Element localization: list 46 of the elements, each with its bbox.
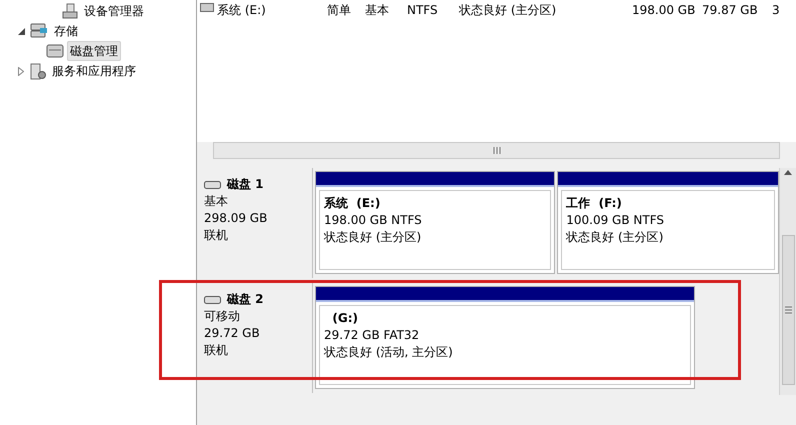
disk-name: 磁盘 1	[227, 176, 264, 193]
partition-title: 工作 (F:)	[566, 195, 623, 212]
partition-block[interactable]: 系统 (E:) 198.00 GB NTFS 状态良好 (主分区)	[315, 171, 556, 274]
table-cell-text: 3	[772, 2, 780, 19]
disk-status: 联机	[204, 227, 229, 244]
table-cell-text: 79.87 GB	[702, 2, 758, 19]
vertical-scrollbar[interactable]	[779, 168, 796, 395]
volume-icon	[200, 3, 214, 12]
tree-item[interactable]: 服务和应用程序	[49, 61, 139, 81]
table-cell-text: 简单	[327, 2, 351, 19]
tree-item[interactable]: 设备管理器	[81, 1, 147, 21]
partition-status: 状态良好 (主分区)	[566, 229, 664, 246]
disk-status: 联机	[204, 342, 229, 359]
grip-icon	[492, 147, 500, 154]
table-cell-text: NTFS	[407, 2, 438, 19]
scroll-up-icon	[784, 170, 792, 175]
table-cell-text: 状态良好 (主分区)	[459, 2, 556, 19]
table-cell-text: 系统 (E:)	[217, 2, 266, 19]
partition-title: 系统 (E:)	[324, 195, 382, 212]
horizontal-scrollbar[interactable]	[213, 142, 780, 159]
disk-size: 29.72 GB	[204, 325, 261, 342]
partition-block[interactable]: 工作 (F:) 100.09 GB NTFS 状态良好 (主分区)	[557, 171, 779, 274]
partition-status: 状态良好 (活动, 主分区)	[324, 344, 454, 361]
tree-item[interactable]: 存储	[51, 21, 81, 41]
table-cell-text: 基本	[365, 2, 389, 19]
tree-item[interactable]: 磁盘管理	[67, 41, 121, 61]
collapse-icon[interactable]	[18, 28, 24, 34]
disk-drive-icon	[204, 296, 221, 304]
expand-icon[interactable]	[18, 66, 24, 76]
storage-icon	[30, 23, 48, 39]
disk-name: 磁盘 2	[227, 291, 264, 308]
grip-icon	[784, 306, 792, 314]
table-cell-text: 198.00 GB	[632, 2, 696, 19]
partition-size: 198.00 GB NTFS	[324, 212, 423, 229]
disk-size: 298.09 GB	[204, 210, 268, 227]
partition-title: (G:)	[331, 310, 359, 327]
disk-drive-icon	[204, 180, 221, 188]
server-gear-icon	[30, 62, 46, 80]
partition-size: 29.72 GB FAT32	[324, 327, 420, 344]
computer-icon	[62, 3, 78, 19]
disk-type: 基本	[204, 193, 229, 210]
partition-block[interactable]: (G:) 29.72 GB FAT32 状态良好 (活动, 主分区)	[315, 286, 696, 389]
disk-drive-icon	[46, 44, 64, 58]
partition-status: 状态良好 (主分区)	[324, 229, 422, 246]
partition-size: 100.09 GB NTFS	[566, 212, 665, 229]
disk-type: 可移动	[204, 308, 241, 325]
